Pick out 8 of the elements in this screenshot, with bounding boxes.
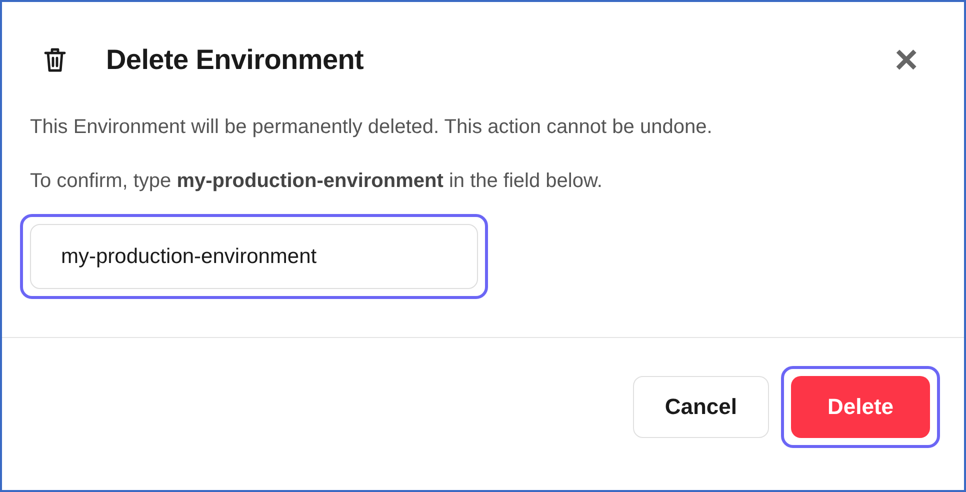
delete-button[interactable]: Delete — [791, 376, 930, 438]
confirm-input-field[interactable]: my-production-environment — [30, 224, 478, 289]
warning-text: This Environment will be permanently deleted. This action cannot be undone. — [30, 115, 714, 140]
close-button[interactable]: × — [894, 40, 934, 80]
cancel-button[interactable]: Cancel — [632, 376, 769, 438]
trash-icon — [44, 47, 66, 73]
instruction-text: To confirm, type my-production-environment in the field below. — [30, 169, 604, 194]
dialog-title: Delete Environment — [106, 44, 365, 76]
